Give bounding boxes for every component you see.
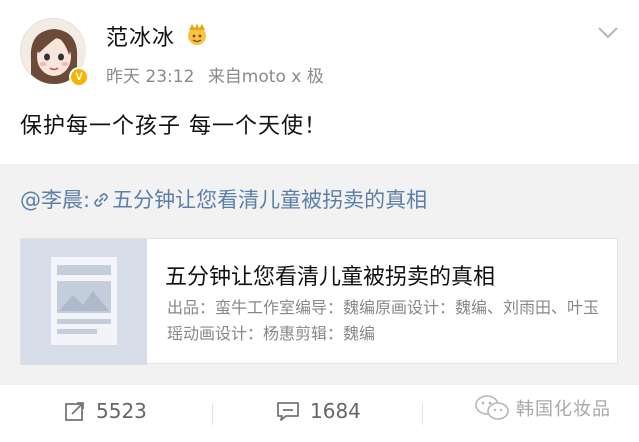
verified-badge: V xyxy=(69,67,89,87)
avatar[interactable]: V xyxy=(20,18,89,87)
watermark-text: 韩国化妆品 xyxy=(516,399,611,420)
author-name[interactable]: 范冰冰 xyxy=(106,20,175,52)
post-text: 保护每一个孩子 每一个天使！ xyxy=(20,114,327,139)
link-icon xyxy=(94,193,108,207)
card-thumbnail xyxy=(21,239,147,365)
document-icon xyxy=(21,239,147,365)
action-divider xyxy=(212,403,213,425)
repost-block[interactable]: @李晨: 五分钟让您看清儿童被拐卖的真相 五分钟让您看清儿童被拐卖的真相 出品：… xyxy=(0,164,639,384)
repost-line: @李晨: 五分钟让您看清儿童被拐卖的真相 xyxy=(20,184,427,214)
post-source[interactable]: 来自moto x 极 xyxy=(208,67,324,87)
comment-button[interactable]: 1684 xyxy=(276,399,361,423)
wechat-icon xyxy=(475,395,509,420)
post-header: V 范冰冰 昨天 23:12 来自moto x 极 xyxy=(0,0,639,92)
card-description: 出品：蛮牛工作室编导：魏编原画设计：魏编、刘雨田、叶玉瑶动画设计：杨惠剪辑：魏编 xyxy=(167,298,600,343)
action-divider xyxy=(422,403,423,425)
chevron-down-icon[interactable] xyxy=(595,22,621,42)
post-time: 昨天 23:12 xyxy=(106,67,195,87)
mention-link[interactable]: @李晨: xyxy=(20,188,90,212)
comment-icon xyxy=(277,402,299,421)
repost-icon xyxy=(65,402,84,421)
card-title: 五分钟让您看清儿童被拐卖的真相 xyxy=(165,265,496,290)
link-card[interactable]: 五分钟让您看清儿童被拐卖的真相 出品：蛮牛工作室编导：魏编原画设计：魏编、刘雨田… xyxy=(20,238,618,365)
post-meta: 昨天 23:12 来自moto x 极 xyxy=(106,62,332,87)
repost-link-text[interactable]: 五分钟让您看清儿童被拐卖的真相 xyxy=(112,188,427,212)
comment-count: 1684 xyxy=(310,399,361,423)
watermark: 韩国化妆品 xyxy=(474,394,611,422)
repost-button[interactable]: 5523 xyxy=(64,399,147,423)
crown-emoji-icon xyxy=(188,23,206,45)
repost-count: 5523 xyxy=(96,399,147,423)
